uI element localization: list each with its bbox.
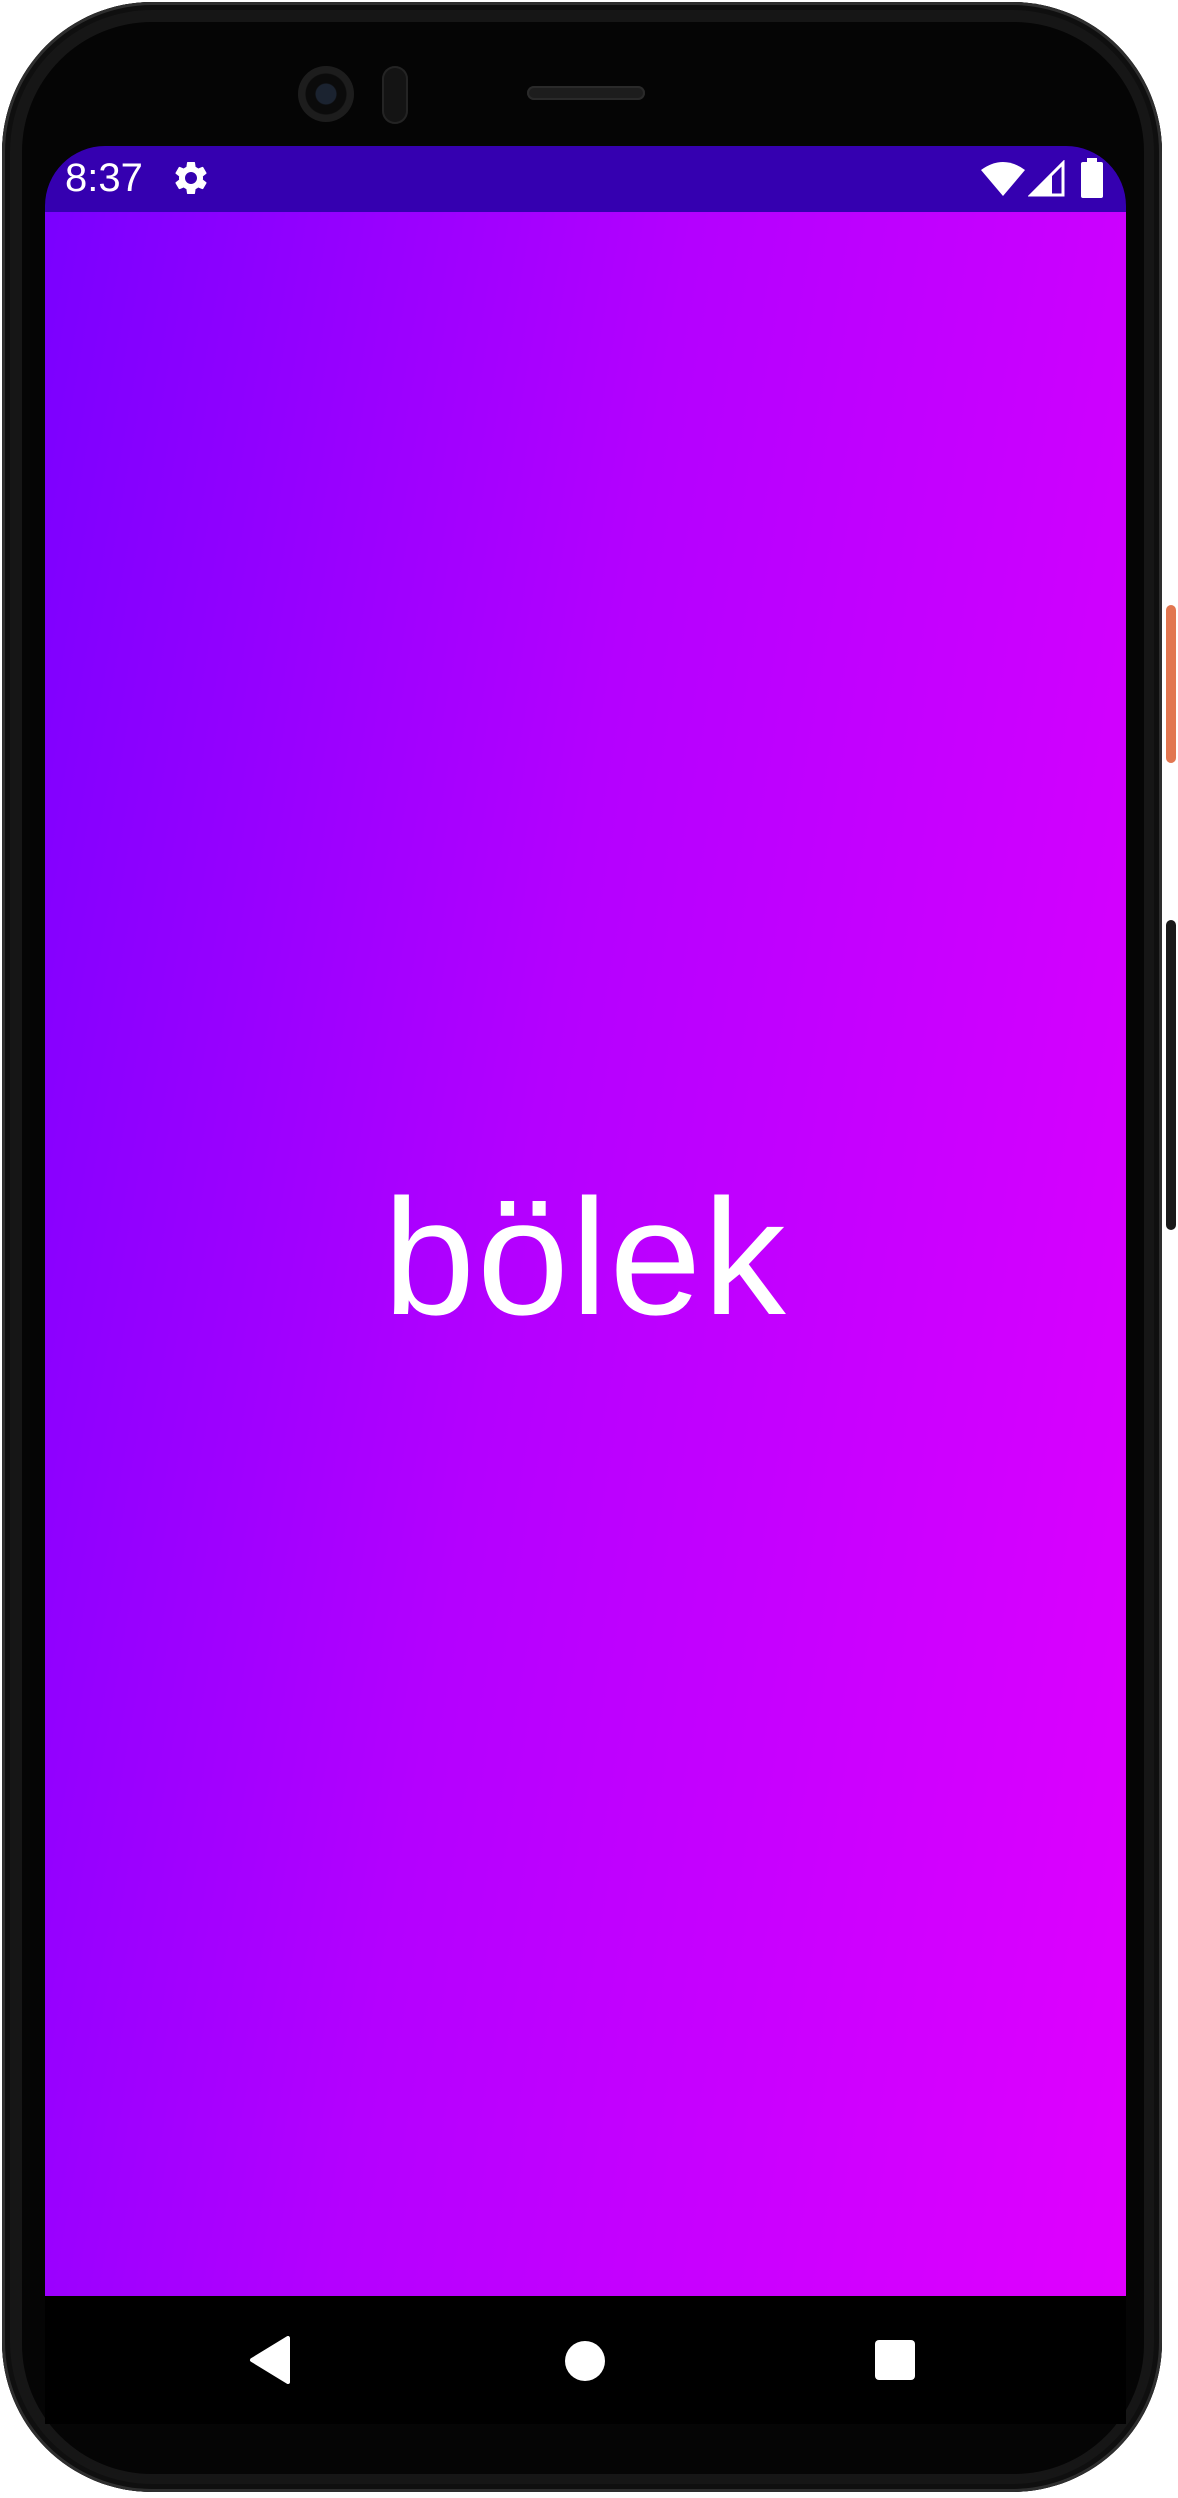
status-bar: 8:37 [45, 146, 1126, 212]
splash-screen: bölek [45, 212, 1126, 2296]
battery-icon [1081, 158, 1103, 198]
proximity-sensor [382, 66, 408, 124]
gear-icon [175, 162, 207, 194]
navigation-bar [45, 2296, 1126, 2424]
nav-recents-icon[interactable] [875, 2340, 915, 2380]
nav-home-icon[interactable] [564, 2340, 606, 2382]
status-time: 8:37 [65, 156, 143, 200]
signal-icon [1028, 160, 1065, 197]
front-camera [298, 66, 354, 122]
screen: 8:37 bölek [45, 146, 1126, 2424]
app-logo: bölek [383, 1165, 788, 1349]
volume-button [1166, 920, 1176, 1230]
wifi-icon [981, 162, 1025, 196]
nav-back-icon[interactable] [248, 2336, 292, 2384]
device-frame: 8:37 bölek [0, 0, 1178, 2498]
earpiece-speaker [527, 86, 645, 100]
power-button [1166, 605, 1176, 763]
